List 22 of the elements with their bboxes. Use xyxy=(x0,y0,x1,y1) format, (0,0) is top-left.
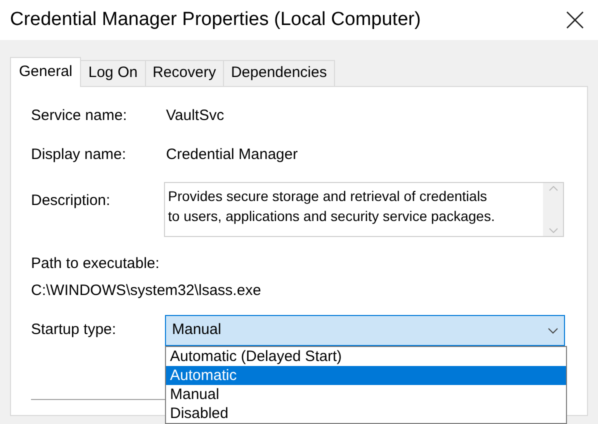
startup-type-dropdown[interactable]: Manual xyxy=(165,315,565,346)
close-icon xyxy=(566,11,584,29)
tab[interactable]: Recovery xyxy=(146,60,224,86)
close-button[interactable] xyxy=(564,9,586,31)
field-label: Startup type: xyxy=(31,320,118,340)
chevron-down-icon xyxy=(548,328,558,334)
field-label: Service name: xyxy=(31,106,128,126)
description-text: Provides secure storage and retrieval of credentials to users, applications and security service packages. xyxy=(167,187,496,226)
window-title: Credential Manager Properties (Local Computer) xyxy=(10,8,421,32)
tab[interactable]: Log On xyxy=(81,60,146,86)
dropdown-option[interactable]: Automatic xyxy=(166,366,566,385)
scroll-up-icon xyxy=(548,186,558,191)
scroll-down-icon xyxy=(548,228,558,233)
field-label: Description: xyxy=(31,191,112,211)
field-label: Path to executable: xyxy=(31,254,160,274)
path-text: C:\WINDOWS\system32\lsass.exe xyxy=(31,280,262,300)
scrollbar[interactable] xyxy=(543,183,563,236)
tab[interactable]: General xyxy=(10,57,82,87)
field-value: VaultSvc xyxy=(166,106,224,126)
field-label: Display name: xyxy=(31,144,128,164)
tab[interactable]: Dependencies xyxy=(224,60,335,86)
field-value: Credential Manager xyxy=(166,144,298,164)
